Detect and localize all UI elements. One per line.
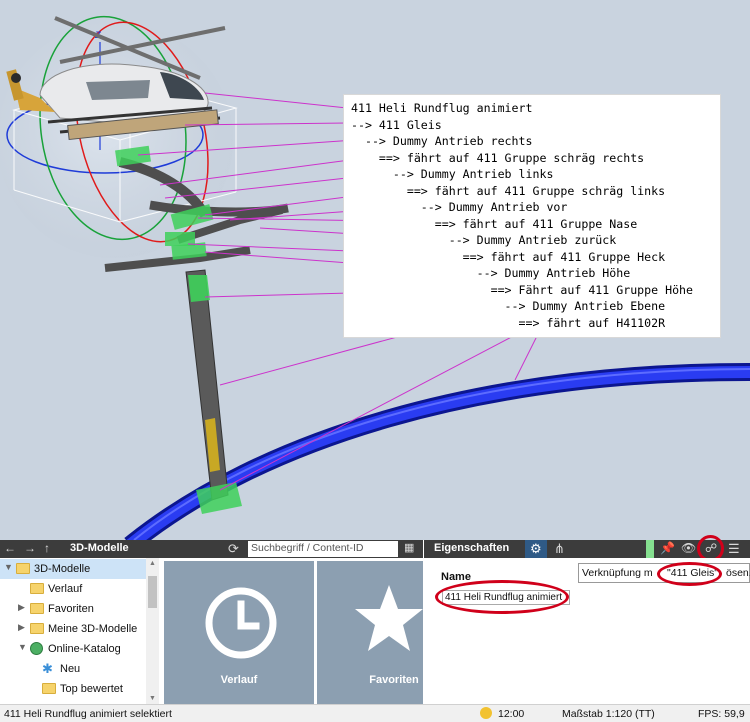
- tooltip-prefix: Verknüpfung m: [582, 567, 653, 579]
- tile-label: Verlauf: [220, 674, 258, 686]
- pin-icon[interactable]: 📌: [660, 541, 675, 555]
- search-input[interactable]: Suchbegriff / Content-ID: [248, 541, 398, 557]
- status-bar: 411 Heli Rundflug animiert selektiert 12…: [0, 704, 750, 722]
- chevron-down-icon[interactable]: ▼: [4, 562, 13, 572]
- top-rated-icon: [42, 683, 56, 694]
- settings-tab[interactable]: ⚙: [525, 540, 547, 558]
- selection-status: 411 Heli Rundflug animiert selektiert: [4, 708, 172, 720]
- annotation-line: --> Dummy Antrieb rechts: [351, 134, 533, 148]
- annotation-line: --> Dummy Antrieb links: [351, 167, 554, 181]
- globe-icon: [30, 642, 43, 655]
- tree-item-label: Top bewertet: [60, 683, 123, 695]
- tile-verlauf[interactable]: Verlauf: [164, 561, 314, 704]
- scroll-up-icon[interactable]: ▲: [149, 560, 156, 567]
- annotation-line: --> Dummy Antrieb Ebene: [351, 299, 666, 313]
- clock-icon: [205, 587, 277, 659]
- chevron-down-icon[interactable]: ▼: [18, 642, 27, 652]
- folder-icon: [30, 623, 44, 634]
- annotation-line: --> Dummy Antrieb Höhe: [351, 266, 631, 280]
- model-tree: ▼ 3D-Modelle Verlauf ▶ Favoriten ▶ Meine…: [0, 558, 160, 704]
- tree-item-favoriten[interactable]: ▶ Favoriten: [0, 599, 146, 619]
- tree-item-3d-modelle[interactable]: ▼ 3D-Modelle: [0, 559, 146, 579]
- annotation-line: ==> fährt auf 411 Gruppe schräg links: [351, 184, 666, 198]
- annotation-line: ==> fährt auf H41102R: [351, 316, 666, 330]
- status-indicator: [646, 540, 654, 558]
- name-label: Name: [441, 571, 471, 583]
- tooltip-suffix: ösen.: [726, 567, 750, 579]
- annotation-line: --> Dummy Antrieb zurück: [351, 233, 617, 247]
- properties-panel-title: Eigenschaften: [434, 542, 510, 554]
- annotation-line: ==> fährt auf 411 Gruppe schräg rechts: [351, 151, 645, 165]
- refresh-icon[interactable]: ⟳: [228, 541, 239, 557]
- tile-favoriten[interactable]: Favoriten: [317, 561, 423, 704]
- tree-item-label: Favoriten: [48, 603, 94, 615]
- tree-item-online-katalog[interactable]: ▼ Online-Katalog: [0, 639, 146, 659]
- scale-display: Maßstab 1:120 (TT): [562, 708, 655, 720]
- tree-item-label: 3D-Modelle: [34, 563, 91, 575]
- tree-item-verlauf[interactable]: Verlauf: [0, 579, 146, 599]
- tree-item-meine-3d-modelle[interactable]: ▶ Meine 3D-Modelle: [0, 619, 146, 639]
- favorites-folder-icon: [30, 603, 44, 614]
- tree-item-label: Neu: [60, 663, 81, 675]
- hierarchy-icon[interactable]: ⋔: [554, 541, 565, 557]
- grid-view-icon[interactable]: ▦: [404, 541, 414, 554]
- menu-icon[interactable]: ☰: [728, 541, 740, 557]
- annotation-line: ==> fährt auf 411 Gruppe Heck: [351, 250, 666, 264]
- tree-item-neu[interactable]: ✱ Neu: [0, 659, 146, 679]
- model-tiles: Verlauf Favoriten: [160, 558, 423, 704]
- annotation-line: --> 411 Gleis: [351, 118, 442, 132]
- eye-icon[interactable]: 👁: [681, 541, 696, 555]
- 3d-viewport[interactable]: z: [0, 0, 750, 540]
- time-display: 12:00: [498, 708, 525, 720]
- scroll-down-icon[interactable]: ▼: [149, 695, 156, 702]
- chevron-right-icon[interactable]: ▶: [18, 602, 25, 613]
- name-highlight-ring: [435, 580, 569, 614]
- star-burst-icon: ✱: [42, 661, 53, 676]
- sun-icon: [480, 707, 492, 719]
- models-panel-title: 3D-Modelle: [70, 542, 129, 554]
- star-icon: [355, 585, 423, 651]
- tree-scrollbar[interactable]: ▲ ▼: [146, 558, 159, 704]
- gear-icon: ⚙: [530, 541, 542, 556]
- scrollbar-thumb[interactable]: [148, 576, 157, 608]
- annotation-line: --> Dummy Antrieb vor: [351, 200, 568, 214]
- forward-arrow-icon[interactable]: →: [24, 541, 36, 555]
- models-panel-header: ← → ↑ 3D-Modelle ⟳ Suchbegriff / Content…: [0, 540, 423, 558]
- tree-item-top-bewertet[interactable]: Top bewertet: [0, 679, 146, 699]
- fps-display: FPS: 59,9: [698, 708, 745, 720]
- annotation-line: ==> Fährt auf 411 Gruppe Höhe: [351, 283, 694, 297]
- tree-item-label: Online-Katalog: [48, 643, 121, 655]
- annotation-line: ==> fährt auf 411 Gruppe Nase: [351, 217, 638, 231]
- annotation-box: 411 Heli Rundflug animiert --> 411 Gleis…: [343, 94, 721, 338]
- tree-item-label: Meine 3D-Modelle: [48, 623, 138, 635]
- up-arrow-icon[interactable]: ↑: [44, 541, 50, 555]
- tooltip-highlight-ring: [657, 562, 722, 586]
- tree-item-label: Verlauf: [48, 583, 83, 595]
- back-arrow-icon[interactable]: ←: [4, 541, 16, 555]
- annotation-line: 411 Heli Rundflug animiert: [351, 101, 533, 115]
- properties-content: Name 411 Heli Rundflug animiert Verknüpf…: [424, 558, 750, 704]
- folder-icon: [16, 563, 30, 574]
- chevron-right-icon[interactable]: ▶: [18, 622, 25, 633]
- folder-icon: [30, 583, 44, 594]
